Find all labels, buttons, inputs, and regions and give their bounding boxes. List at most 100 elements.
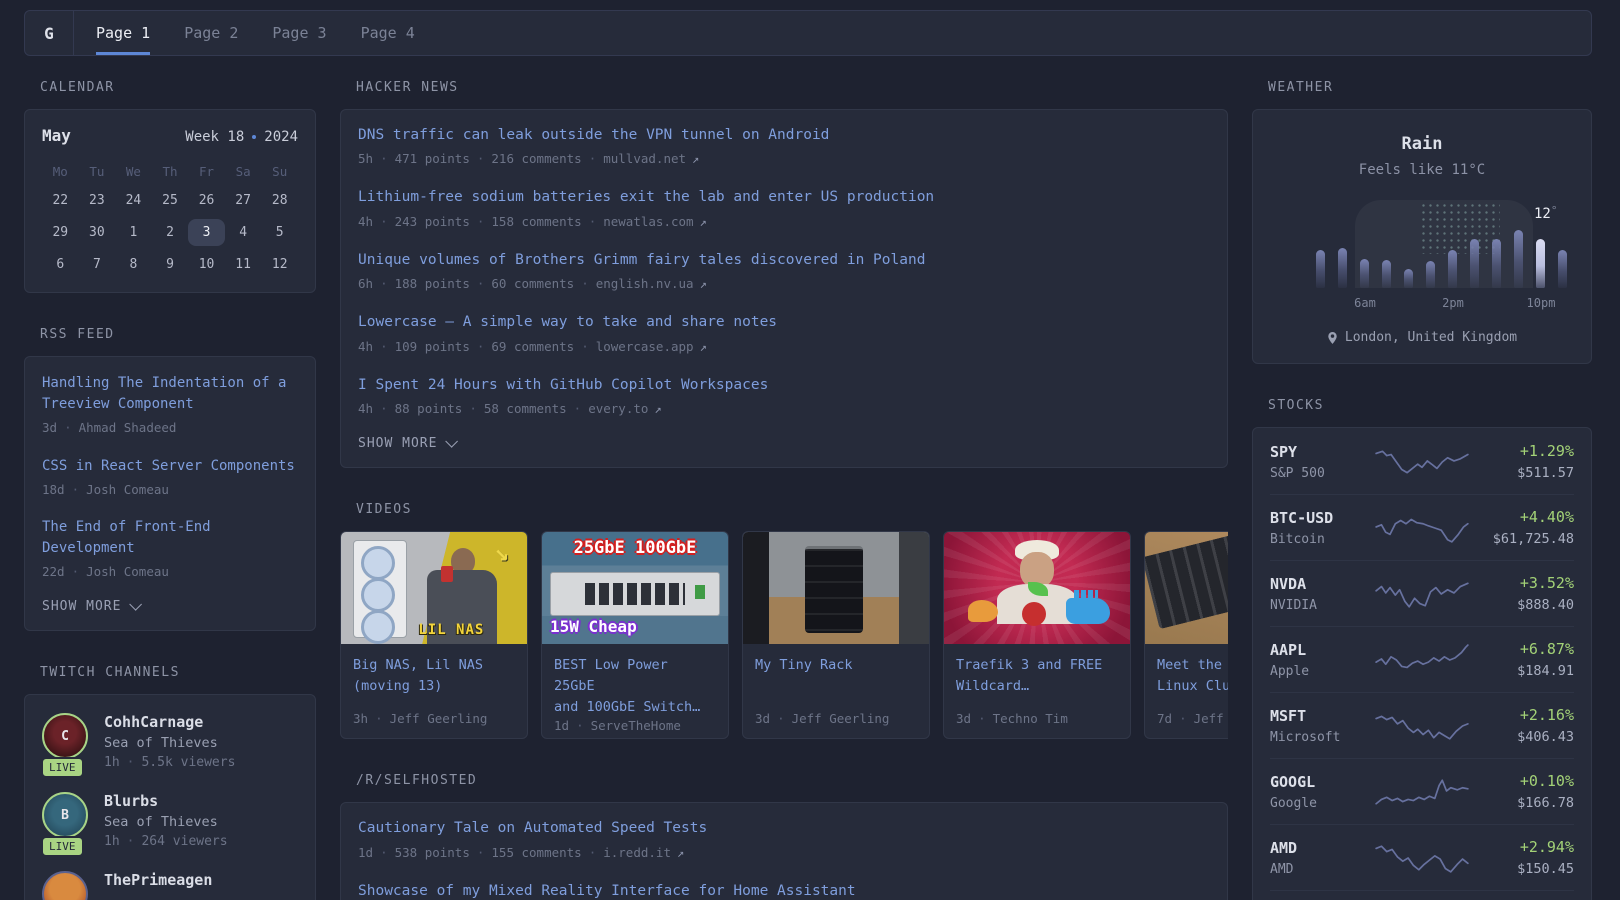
stocks-card: SPY S&P 500 +1.29% $511.57 BTC-USD Bitco… — [1252, 427, 1592, 900]
stock-row-amd[interactable]: AMD AMD +2.94% $150.45 — [1270, 824, 1574, 890]
live-badge: LIVE — [41, 757, 84, 778]
hn-link[interactable]: Lowercase – A simple way to take and sha… — [358, 311, 777, 333]
twitch-card: C LIVE CohhCarnage Sea of Thieves 1h5.5k… — [24, 694, 316, 900]
rss-show-more-button[interactable]: SHOW MORE — [42, 599, 298, 614]
hn-comments[interactable]: 60 comments — [470, 276, 574, 291]
tab-page-2[interactable]: Page 2 — [184, 11, 238, 55]
rss-age: 3d — [42, 420, 57, 435]
calendar-day: 22 — [42, 187, 79, 214]
hn-link[interactable]: Lithium-free sodium batteries exit the l… — [358, 186, 934, 208]
calendar-day: 23 — [79, 187, 116, 214]
hn-show-more-button[interactable]: SHOW MORE — [358, 436, 1210, 451]
stock-sparkline — [1374, 578, 1470, 610]
tab-page-3[interactable]: Page 3 — [272, 11, 326, 55]
reddit-link[interactable]: Showcase of my Mixed Reality Interface f… — [358, 880, 856, 900]
stock-row-msft[interactable]: MSFT Microsoft +2.16% $406.43 — [1270, 692, 1574, 758]
rss-age: 18d — [42, 482, 65, 497]
app-logo[interactable]: G — [25, 11, 74, 55]
video-title-link[interactable]: BEST Low Power 25GbE and 100GbE Switch… — [554, 655, 716, 718]
stock-change: +2.16% — [1470, 706, 1574, 724]
video-title-link[interactable]: Meet the Linux Clu — [1157, 655, 1228, 697]
video-card[interactable]: My Tiny Rack 3dJeff Geerling — [742, 531, 930, 739]
separator-dot — [252, 135, 256, 139]
hn-item: Unique volumes of Brothers Grimm fairy t… — [358, 249, 1210, 291]
reddit-domain[interactable]: i.redd.it — [582, 845, 671, 860]
docker-whale-art — [1066, 598, 1110, 624]
twitch-channel-name[interactable]: CohhCarnage — [104, 713, 235, 731]
thumbnail-text: 15W Cheap — [550, 617, 637, 636]
stock-name: NVIDIA — [1270, 598, 1374, 613]
stocks-section-title: STOCKS — [1268, 398, 1592, 413]
hn-points: 243 points — [373, 214, 470, 229]
calendar-section-title: CALENDAR — [40, 80, 316, 95]
stock-row-spy[interactable]: SPY S&P 500 +1.29% $511.57 — [1270, 429, 1574, 494]
video-author[interactable]: Jeff Geerling — [1172, 711, 1228, 726]
video-card[interactable]: Traefik 3 and FREE Wildcard… 3dTechno Ti… — [943, 531, 1131, 739]
rss-link[interactable]: The End of Front-End Development — [42, 517, 298, 559]
calendar-grid: MoTuWeThFrSaSu22232425262728293012345678… — [42, 161, 298, 278]
reddit-link[interactable]: Cautionary Tale on Automated Speed Tests — [358, 817, 707, 839]
tab-page-4[interactable]: Page 4 — [361, 11, 415, 55]
video-age: 3h — [353, 711, 368, 726]
video-title-link[interactable]: My Tiny Rack — [755, 655, 917, 676]
hn-domain[interactable]: english.nv.ua — [574, 276, 693, 291]
tab-page-1[interactable]: Page 1 — [96, 11, 150, 55]
hn-comments[interactable]: 158 comments — [470, 214, 582, 229]
twitch-channel-row[interactable]: ThePrimeagen — [42, 871, 298, 900]
video-card[interactable]: FA Meet the Linux Clu 7dJeff Geerling — [1144, 531, 1228, 739]
weather-bar — [1448, 250, 1457, 288]
video-title-link[interactable]: Traefik 3 and FREE Wildcard… — [956, 655, 1118, 697]
stock-row-nvda[interactable]: NVDA NVIDIA +3.52% $888.40 — [1270, 560, 1574, 626]
twitch-channel-row[interactable]: C LIVE CohhCarnage Sea of Thieves 1h5.5k… — [42, 713, 298, 770]
rss-item: Handling The Indentation of a Treeview C… — [42, 373, 298, 435]
hn-domain[interactable]: lowercase.app — [574, 339, 693, 354]
twitch-channel-row[interactable]: B LIVE Blurbs Sea of Thieves 1h264 viewe… — [42, 792, 298, 849]
stock-row-aapl[interactable]: AAPL Apple +6.87% $184.91 — [1270, 626, 1574, 692]
rss-section-title: RSS FEED — [40, 327, 316, 342]
video-thumbnail[interactable]: 25GbE 100GbE 15W Cheap — [542, 532, 728, 644]
video-title-link[interactable]: Big NAS, Lil NAS (moving 13) — [353, 655, 515, 697]
hn-link[interactable]: DNS traffic can leak outside the VPN tun… — [358, 124, 829, 146]
rss-link[interactable]: Handling The Indentation of a Treeview C… — [42, 373, 298, 415]
video-author[interactable]: Jeff Geerling — [770, 711, 889, 726]
stock-row-googl[interactable]: GOOGL Google +0.10% $166.78 — [1270, 758, 1574, 824]
stock-symbol: AMD — [1270, 839, 1374, 857]
calendar-day: 26 — [188, 187, 225, 214]
reddit-comments[interactable]: 155 comments — [470, 845, 582, 860]
weather-bar — [1558, 250, 1567, 288]
hn-domain[interactable]: mullvad.net — [582, 151, 686, 166]
video-author[interactable]: ServeTheHome — [569, 718, 681, 733]
hn-comments[interactable]: 69 comments — [470, 339, 574, 354]
hn-comments[interactable]: 58 comments — [462, 401, 566, 416]
hn-comments[interactable]: 216 comments — [470, 151, 582, 166]
hn-link[interactable]: I Spent 24 Hours with GitHub Copilot Wor… — [358, 374, 768, 396]
weather-chart: 12° 6am 2pm 10pm — [1270, 200, 1574, 288]
stock-row-rddt[interactable]: RDDT -1.65% — [1270, 890, 1574, 900]
video-thumbnail[interactable] — [743, 532, 929, 644]
video-author[interactable]: Jeff Geerling — [368, 711, 487, 726]
video-thumbnail[interactable] — [944, 532, 1130, 644]
location-pin-icon — [1327, 331, 1338, 345]
video-meta: 3dTechno Tim — [956, 711, 1118, 726]
weather-card: Rain Feels like 11°C 12° 6am 2pm 10pm Lo… — [1252, 109, 1592, 364]
video-thumbnail[interactable]: ↘ LIL NAS — [341, 532, 527, 644]
twitch-uptime: 1h — [104, 755, 120, 770]
selfhosted-section-title: /R/SELFHOSTED — [356, 773, 1228, 788]
video-info: Meet the Linux Clu 7dJeff Geerling — [1145, 644, 1228, 738]
stock-name: S&P 500 — [1270, 466, 1374, 481]
video-card[interactable]: 25GbE 100GbE 15W Cheap BEST Low Power 25… — [541, 531, 729, 739]
middle-column: HACKER NEWS DNS traffic can leak outside… — [340, 80, 1228, 900]
stock-change: +4.40% — [1470, 508, 1574, 526]
hn-domain[interactable]: newatlas.com — [582, 214, 694, 229]
hn-domain[interactable]: every.to — [567, 401, 649, 416]
twitch-channel-name[interactable]: Blurbs — [104, 792, 228, 810]
video-author[interactable]: Techno Tim — [971, 711, 1068, 726]
stock-row-btc[interactable]: BTC-USD Bitcoin +4.40% $61,725.48 — [1270, 494, 1574, 560]
show-more-label: SHOW MORE — [358, 436, 437, 451]
video-thumbnail[interactable]: FA — [1145, 532, 1228, 644]
hn-link[interactable]: Unique volumes of Brothers Grimm fairy t… — [358, 249, 925, 271]
twitch-channel-name[interactable]: ThePrimeagen — [104, 871, 212, 889]
rss-link[interactable]: CSS in React Server Components — [42, 456, 295, 477]
video-card[interactable]: ↘ LIL NAS Big NAS, Lil NAS (moving 13) 3… — [340, 531, 528, 739]
twitch-channel-info: ThePrimeagen — [104, 871, 212, 900]
